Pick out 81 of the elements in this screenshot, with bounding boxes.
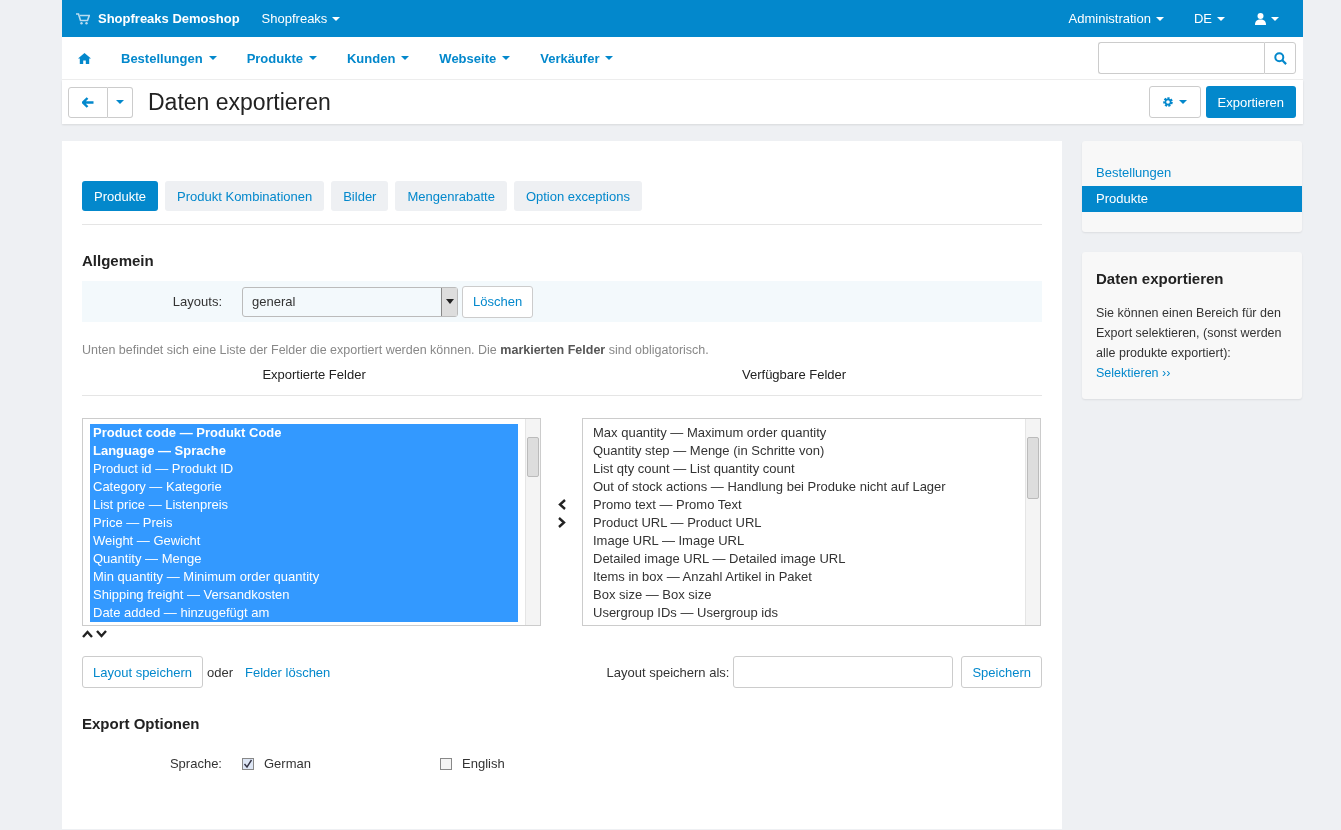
field-option[interactable]: Max quantity — Maximum order quantity xyxy=(590,424,1025,442)
language-label: Sprache: xyxy=(168,756,223,771)
checkbox[interactable] xyxy=(440,757,452,770)
move-up-icon[interactable] xyxy=(82,630,93,638)
layouts-label: Layouts: xyxy=(171,294,223,309)
field-option[interactable]: Quantity step — Menge (in Schritte von) xyxy=(590,442,1025,460)
top-menu[interactable]: DE xyxy=(1193,11,1225,26)
sidebar-item[interactable]: Bestellungen xyxy=(1082,160,1302,186)
or-text: oder xyxy=(207,664,234,680)
scrollbar[interactable] xyxy=(1025,419,1040,625)
search-field[interactable] xyxy=(1098,42,1264,74)
select-link[interactable]: Selektieren ›› xyxy=(1096,363,1171,383)
scrollbar[interactable] xyxy=(525,419,540,625)
info-heading: Daten exportieren xyxy=(1096,270,1225,287)
field-option[interactable]: Product code — Produkt Code xyxy=(90,424,518,442)
nav-menu[interactable]: Webseite xyxy=(439,50,511,66)
user-icon xyxy=(1255,12,1266,25)
layout-select[interactable]: general xyxy=(242,286,458,317)
field-option[interactable]: Image URL — Image URL xyxy=(590,532,1025,550)
column-heading: Verfügbare Felder xyxy=(741,367,848,382)
info-text: Sie können einen Bereich für den Export selektieren, (sonst werden alle produkte exportiert): xyxy=(1096,305,1283,362)
field-option[interactable]: Language — Sprache xyxy=(90,442,518,460)
tab[interactable]: Mengenrabatte xyxy=(395,181,507,211)
nav-menu[interactable]: Verkäufer xyxy=(540,50,614,66)
settings-icon xyxy=(1162,96,1174,108)
top-menu[interactable]: Administration xyxy=(1068,11,1164,26)
field-option[interactable]: Promo text — Promo Text xyxy=(590,496,1025,514)
tab[interactable]: Produkt Kombinationen xyxy=(165,181,325,211)
field-option[interactable]: Box size — Box size xyxy=(590,586,1025,604)
search-icon xyxy=(1273,51,1287,65)
checkbox-label: German xyxy=(264,756,311,771)
cart-icon xyxy=(76,12,90,25)
move-right-icon[interactable] xyxy=(557,516,566,528)
available-fields-list[interactable] xyxy=(582,418,1041,626)
field-option[interactable]: Date added — hinzugefügt am xyxy=(90,604,518,622)
field-option[interactable]: Quantity — Menge xyxy=(90,550,518,568)
field-option[interactable]: Detailed image URL — Detailed image URL xyxy=(590,550,1025,568)
fields-note: Unten befindet sich eine Liste der Felder die exportiert werden können. Die markierten Felder sind obligatorisch. xyxy=(82,343,710,357)
field-option[interactable]: Min quantity — Minimum order quantity xyxy=(90,568,518,586)
nav-menu[interactable]: Bestellungen xyxy=(121,50,217,66)
field-option[interactable]: Shipping freight — Versandkosten xyxy=(90,586,518,604)
layout-name-field[interactable] xyxy=(733,656,954,688)
save-button[interactable]: Speichern xyxy=(961,656,1042,688)
field-option[interactable]: Product URL — Product URL xyxy=(590,514,1025,532)
settings-button[interactable] xyxy=(1148,86,1201,118)
export-button[interactable]: Exportieren xyxy=(1205,86,1296,118)
sidebar-item[interactable]: Produkte xyxy=(1082,186,1302,212)
section-heading: Allgemein xyxy=(82,252,155,269)
tab[interactable]: Produkte xyxy=(82,181,159,211)
search-button[interactable] xyxy=(1264,42,1296,74)
field-option[interactable]: List qty count — List quantity count xyxy=(590,460,1025,478)
move-left-icon[interactable] xyxy=(557,498,566,510)
checkbox-label: English xyxy=(462,756,505,771)
field-option[interactable]: Price — Preis xyxy=(90,514,518,532)
field-option[interactable]: Product id — Produkt ID xyxy=(90,460,518,478)
user-menu[interactable] xyxy=(1255,12,1279,25)
tab[interactable]: Bilder xyxy=(331,181,389,211)
nav-menu[interactable]: Kunden xyxy=(346,50,410,66)
checkbox[interactable] xyxy=(242,757,254,770)
delete-button[interactable]: Löschen xyxy=(462,285,534,318)
exported-fields-list[interactable] xyxy=(82,418,541,626)
field-option[interactable]: List price — Listenpreis xyxy=(90,496,518,514)
back-arrow-icon xyxy=(82,96,94,108)
page-title: Daten exportieren xyxy=(148,88,331,116)
clear-fields-link[interactable]: Felder löschen xyxy=(245,664,331,680)
back-button[interactable] xyxy=(68,86,108,118)
section-heading: Export Optionen xyxy=(82,715,201,732)
field-option[interactable]: Out of stock actions — Handlung bei Produke nicht auf Lager xyxy=(590,478,1025,496)
vendor-menu[interactable]: Shopfreaks xyxy=(261,11,341,26)
save-as-label: Layout speichern als: xyxy=(606,664,730,680)
field-option[interactable]: Weight — Gewicht xyxy=(90,532,518,550)
store-name[interactable]: Shopfreaks Demoshop xyxy=(98,11,240,26)
nav-menu[interactable]: Produkte xyxy=(246,50,317,66)
move-down-icon[interactable] xyxy=(96,630,107,638)
home-icon[interactable] xyxy=(78,52,91,64)
save-layout-button[interactable]: Layout speichern xyxy=(82,656,203,688)
column-heading: Exportierte Felder xyxy=(261,367,367,382)
tab[interactable]: Option exceptions xyxy=(513,181,642,211)
field-option[interactable]: Usergroup IDs — Usergroup ids xyxy=(590,604,1025,622)
field-option[interactable]: Category — Kategorie xyxy=(90,478,518,496)
field-option[interactable]: Items in box — Anzahl Artikel in Paket xyxy=(590,568,1025,586)
